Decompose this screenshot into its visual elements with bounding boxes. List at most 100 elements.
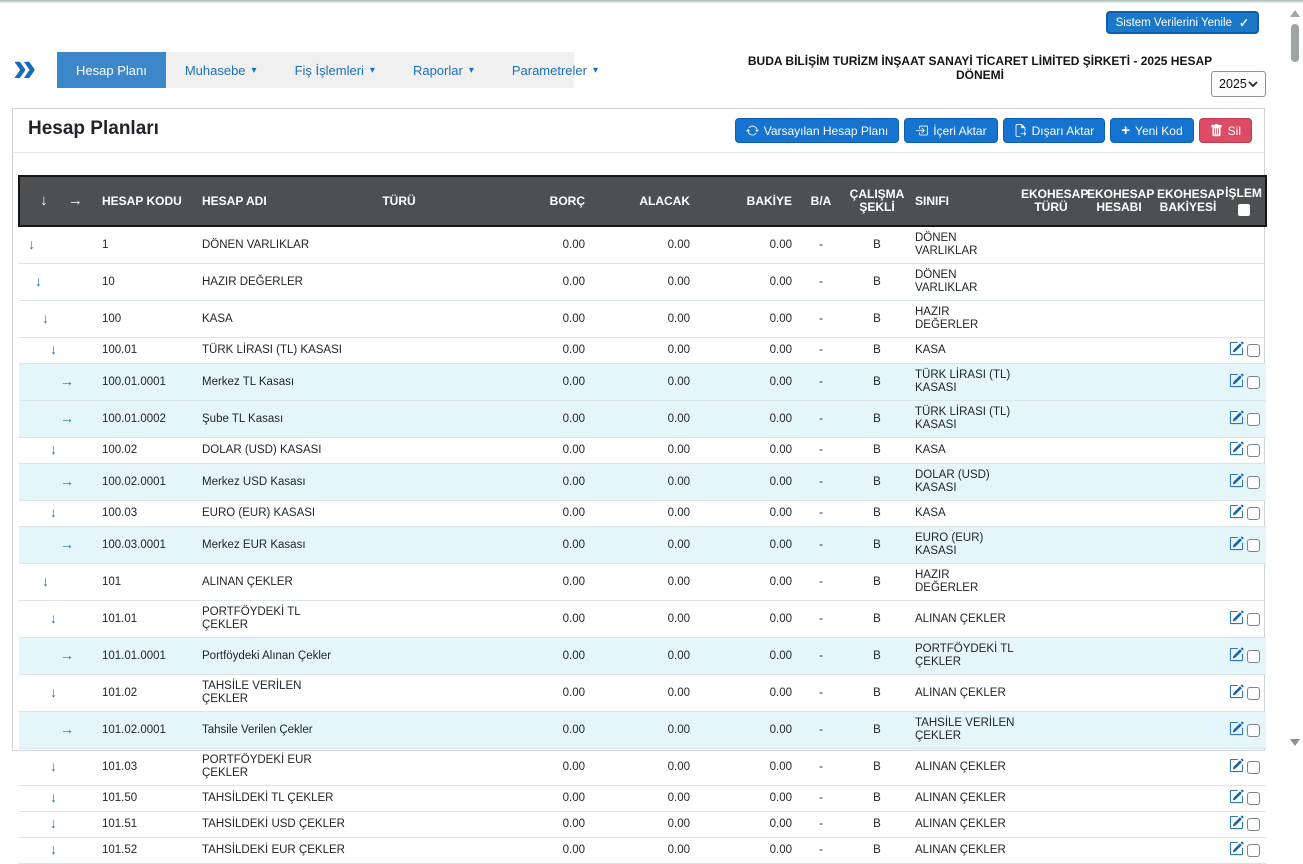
nav-tab-fis-islemleri[interactable]: Fiş İşlemleri ▾ [276,52,394,88]
table-row: →101.01.0001Portföydeki Alınan Çekler0.0… [19,638,1266,675]
caret-down-icon: ▾ [252,66,257,76]
action-cell [1222,601,1266,638]
debit-credit-flag-cell: - [796,786,846,812]
export-button[interactable]: Dışarı Aktar [1003,118,1106,143]
expand-down-arrow-icon[interactable]: ↓ [42,312,49,325]
nav-tab-label: Fiş İşlemleri [295,63,364,78]
expand-down-arrow-icon[interactable]: ↓ [50,612,57,625]
debit-credit-flag-cell: - [796,501,846,527]
account-code-cell: 100.01.0002 [94,401,199,438]
debit-cell: 0.00 [449,638,589,675]
row-checkbox[interactable] [1247,761,1260,774]
header-borc: BORÇ [449,176,589,226]
edit-button[interactable] [1229,536,1244,555]
row-checkbox[interactable] [1247,818,1260,831]
expand-down-arrow-icon[interactable]: ↓ [50,791,57,804]
eko-balance-cell [1154,749,1222,786]
row-checkbox[interactable] [1247,613,1260,626]
import-button[interactable]: İçeri Aktar [904,118,997,143]
expand-down-arrow-icon[interactable]: ↓ [28,238,35,251]
leaf-right-arrow-icon[interactable]: → [60,375,74,388]
delete-button[interactable]: Sil [1199,118,1252,143]
balance-cell: 0.00 [694,564,796,601]
edit-button[interactable] [1229,341,1244,360]
working-type-cell: B [846,301,908,338]
edit-button[interactable] [1229,684,1244,703]
leaf-right-arrow-icon[interactable]: → [60,538,74,551]
debit-credit-flag-cell: - [796,749,846,786]
balance-cell: 0.00 [694,601,796,638]
row-checkbox[interactable] [1247,539,1260,552]
system-refresh-button[interactable]: Sistem Verilerini Yenile ✓ [1106,11,1259,34]
edit-button[interactable] [1229,647,1244,666]
expand-down-arrow-icon[interactable]: ↓ [50,817,57,830]
header-sinifi: SINIFI [908,176,1018,226]
row-checkbox[interactable] [1247,650,1260,663]
leaf-right-arrow-icon[interactable]: → [60,475,74,488]
nav-tab-hesap-plani[interactable]: Hesap Planı [57,52,166,88]
edit-button[interactable] [1229,373,1244,392]
edit-button[interactable] [1229,473,1244,492]
account-type-cell [349,527,449,564]
scrollbar-thumb[interactable] [1291,24,1299,62]
row-checkbox[interactable] [1247,344,1260,357]
row-checkbox[interactable] [1247,476,1260,489]
chevron-down-icon [1248,81,1258,87]
edit-button[interactable] [1229,841,1244,860]
nav-tab-raporlar[interactable]: Raporlar ▾ [394,52,493,88]
expand-down-arrow-icon[interactable]: ↓ [35,275,42,288]
content-panel: Hesap Planları Varsayılan Hesap Planı İç… [12,108,1265,751]
working-type-cell: B [846,338,908,364]
expand-down-arrow-icon[interactable]: ↓ [50,686,57,699]
edit-button[interactable] [1229,410,1244,429]
trash-icon [1210,124,1223,137]
select-all-checkbox[interactable] [1238,204,1250,216]
scrollbar[interactable] [1287,4,1303,751]
row-checkbox[interactable] [1247,444,1260,457]
debit-cell: 0.00 [449,675,589,712]
leaf-right-arrow-icon[interactable]: → [60,649,74,662]
edit-button[interactable] [1229,758,1244,777]
account-type-cell [349,838,449,864]
period-year-select[interactable]: 2025 [1211,71,1266,97]
expand-down-arrow-icon[interactable]: ↓ [50,443,57,456]
account-type-cell [349,338,449,364]
row-checkbox[interactable] [1247,413,1260,426]
expand-down-arrow-icon[interactable]: ↓ [50,506,57,519]
new-code-button[interactable]: + Yeni Kod [1110,118,1193,143]
eko-account-type-cell [1018,838,1084,864]
nav-tab-muhasebe[interactable]: Muhasebe ▾ [166,52,276,88]
row-checkbox[interactable] [1247,724,1260,737]
edit-button[interactable] [1229,721,1244,740]
expand-all-down-arrow-icon[interactable]: ↓ [40,192,48,209]
leaf-right-arrow-icon[interactable]: → [60,412,74,425]
expand-down-arrow-icon[interactable]: ↓ [50,343,57,356]
row-checkbox[interactable] [1247,844,1260,857]
leaf-right-arrow-icon[interactable]: → [60,723,74,736]
row-checkbox[interactable] [1247,792,1260,805]
tree-header: ↓ → [19,176,94,226]
working-type-cell: B [846,564,908,601]
scroll-down-arrow[interactable] [1290,739,1300,746]
edit-button[interactable] [1229,610,1244,629]
expand-down-arrow-icon[interactable]: ↓ [50,760,57,773]
debit-cell: 0.00 [449,401,589,438]
debit-cell: 0.00 [449,438,589,464]
balance-cell: 0.00 [694,638,796,675]
default-chart-of-accounts-button[interactable]: Varsayılan Hesap Planı [735,118,900,143]
expand-down-arrow-icon[interactable]: ↓ [50,843,57,856]
leaf-right-arrow-icon[interactable]: → [68,192,83,209]
row-checkbox[interactable] [1247,687,1260,700]
edit-button[interactable] [1229,789,1244,808]
row-checkbox[interactable] [1247,507,1260,520]
row-checkbox[interactable] [1247,376,1260,389]
scroll-up-arrow[interactable] [1290,10,1300,17]
nav-tab-parametreler[interactable]: Parametreler ▾ [493,52,617,88]
edit-button[interactable] [1229,441,1244,460]
eko-balance-cell [1154,675,1222,712]
company-period-title: BUDA BİLİŞİM TURİZM İNŞAAT SANAYİ TİCARE… [733,54,1227,82]
edit-button[interactable] [1229,504,1244,523]
expand-down-arrow-icon[interactable]: ↓ [42,575,49,588]
edit-button[interactable] [1229,815,1244,834]
working-type-cell: B [846,812,908,838]
